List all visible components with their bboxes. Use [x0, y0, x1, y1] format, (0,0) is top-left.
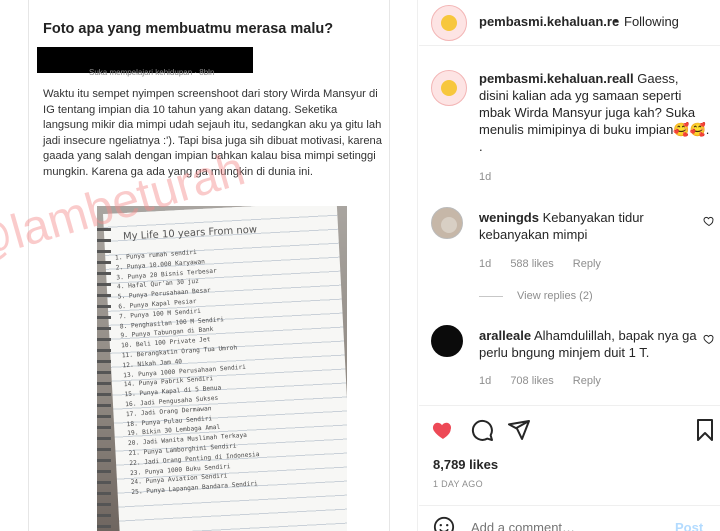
- heart-outline-icon[interactable]: [703, 215, 715, 227]
- post-image[interactable]: Foto apa yang membuatmu merasa malu? Suk…: [0, 0, 418, 531]
- comment-time: 1d: [479, 375, 492, 387]
- card-meta: Suka mempelajari kehidupan · 8bln: [89, 68, 215, 77]
- avatar[interactable]: [431, 5, 467, 41]
- share-icon[interactable]: [507, 418, 531, 442]
- comment-meta: 1d 708 likes Reply: [479, 375, 617, 387]
- bookmark-icon[interactable]: [693, 418, 717, 442]
- heart-outline-icon[interactable]: [703, 333, 715, 345]
- comment-likes[interactable]: 588 likes: [510, 258, 553, 270]
- header-username[interactable]: pembasmi.kehaluan.real: [479, 14, 619, 29]
- reply-button[interactable]: Reply: [573, 375, 601, 387]
- view-replies-label[interactable]: View replies (2): [517, 290, 593, 302]
- card-question: Foto apa yang membuatmu merasa malu?: [43, 21, 334, 37]
- comment-avatar[interactable]: [431, 207, 463, 239]
- reply-button[interactable]: Reply: [573, 258, 601, 270]
- notebook-list: 1. Punya rumah sendiri 2. Punya 10.000 K…: [115, 239, 342, 498]
- notebook-photo: My Life 10 years From now 1. Punya rumah…: [97, 206, 347, 531]
- caption-time: 1d: [479, 171, 492, 183]
- comments-pane: pembasmi.kehaluan.real • Following pemba…: [419, 0, 720, 531]
- post-button[interactable]: Post: [675, 520, 703, 531]
- comment-icon[interactable]: [470, 418, 494, 442]
- action-bar: 8,789 likes 1 DAY AGO: [419, 405, 720, 505]
- caption: pembasmi.kehaluan.reall Gaess, disini ka…: [479, 70, 711, 186]
- comment-username[interactable]: weningds: [479, 210, 539, 225]
- emoji-icon[interactable]: [433, 516, 455, 531]
- caption-username[interactable]: pembasmi.kehaluan.reall: [479, 71, 634, 86]
- comment-time: 1d: [479, 258, 492, 270]
- spiral-binding: [97, 220, 111, 530]
- comment-username[interactable]: aralleale: [479, 328, 531, 343]
- comment-avatar[interactable]: [431, 325, 463, 357]
- comment-text: aralleale Alhamdulillah, bapak nya ga pe…: [479, 327, 699, 361]
- header-dot: •: [614, 14, 619, 28]
- quora-card: Foto apa yang membuatmu merasa malu? Suk…: [28, 0, 390, 531]
- post-header: pembasmi.kehaluan.real • Following: [419, 0, 720, 46]
- add-comment-input[interactable]: [471, 520, 651, 531]
- replies-line: [479, 295, 503, 297]
- comment-likes[interactable]: 708 likes: [510, 375, 553, 387]
- comment-meta: 1d 588 likes Reply: [479, 258, 617, 270]
- add-comment-bar: Post: [419, 505, 720, 531]
- following-button[interactable]: Following: [624, 14, 679, 29]
- heart-filled-icon[interactable]: [431, 418, 455, 442]
- likes-count[interactable]: 8,789 likes: [433, 457, 498, 472]
- post-date: 1 DAY AGO: [433, 479, 483, 489]
- view-replies[interactable]: View replies (2): [479, 290, 593, 302]
- comment-text: weningds Kebanyakan tidur kebanyakan mim…: [479, 209, 699, 243]
- caption-avatar[interactable]: [431, 70, 467, 106]
- caption-dot: .: [479, 139, 483, 154]
